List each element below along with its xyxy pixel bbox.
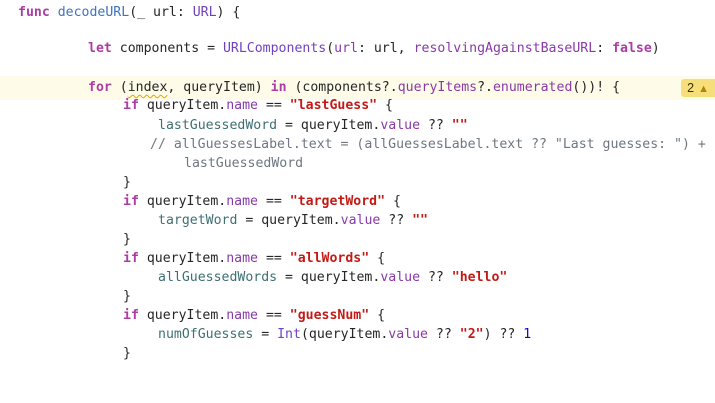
code-token: in [270, 80, 287, 95]
code-token: URLComponents [222, 41, 327, 56]
code-token: ( [111, 80, 128, 95]
code-token: == [258, 98, 290, 113]
code-token: = queryItem. [237, 213, 341, 228]
code-editor[interactable]: func decodeURL(_ url: URL) { let compone… [0, 0, 715, 403]
code-token: ) [651, 41, 660, 56]
code-token: value [340, 213, 381, 228]
code-token: (queryItem. [300, 327, 389, 342]
code-token: { [369, 308, 386, 323]
code-token: ?? [420, 118, 452, 133]
code-token: if [123, 98, 139, 113]
code-token: ?? [427, 327, 460, 342]
code-token: (_ url: [129, 5, 193, 20]
code-token: ?. [477, 80, 493, 95]
code-token: queryItem. [138, 251, 227, 266]
code-line-content: func decodeURL(_ url: URL) { [18, 1, 240, 25]
code-token: ?? [420, 270, 452, 285]
code-token: let [88, 41, 112, 56]
code-token: == [258, 194, 290, 209]
code-token: = queryItem. [277, 270, 381, 285]
code-token: index [127, 80, 168, 95]
code-token: { [385, 194, 401, 209]
code-token: : [596, 41, 613, 56]
code-token: decodeURL [57, 5, 130, 20]
code-token: "" [412, 213, 428, 228]
code-token: } [123, 175, 131, 190]
code-token: "2" [459, 327, 484, 342]
code-token: url [334, 41, 358, 56]
code-token: allGuessedWords [158, 270, 278, 285]
code-token: URL [192, 5, 217, 20]
code-token: ( [326, 41, 335, 56]
code-token: } [123, 289, 131, 304]
code-token: } [123, 232, 131, 247]
code-line-content: let components = URLComponents(url: url,… [88, 37, 660, 61]
code-token: name [226, 98, 258, 113]
code-token: (components?. [286, 80, 398, 95]
warning-count: 2 [687, 81, 695, 95]
code-token: if [123, 194, 139, 209]
code-token: { [377, 98, 393, 113]
code-token: if [123, 308, 139, 323]
code-token: = queryItem. [277, 118, 381, 133]
code-token: } [123, 346, 131, 361]
code-token: targetWord [158, 213, 238, 228]
code-token: enumerated [492, 80, 573, 95]
code-token: resolvingAgainstBaseURL [413, 41, 597, 56]
code-line[interactable]: let components = URLComponents(url: url,… [0, 37, 715, 61]
code-token: for [88, 80, 112, 95]
code-token: name [226, 194, 258, 209]
code-token: ())! { [572, 80, 621, 95]
code-token: = [253, 327, 278, 342]
code-line[interactable]: } [0, 342, 715, 366]
code-token: "lastGuess" [289, 98, 378, 113]
code-token: "allWords" [289, 251, 370, 266]
code-token: queryItems [397, 80, 478, 95]
code-token: lastGuessedWord [184, 156, 304, 171]
code-token: queryItem. [138, 98, 227, 113]
code-token: ) { [216, 5, 241, 20]
code-token: value [380, 270, 421, 285]
code-token: queryItem. [138, 194, 227, 209]
code-token: ) ?? [483, 327, 524, 342]
code-token: "guessNum" [289, 308, 370, 323]
code-token: "" [451, 118, 468, 133]
code-line[interactable]: func decodeURL(_ url: URL) { [0, 1, 715, 25]
code-token: , queryItem) [167, 80, 271, 95]
code-token: false [612, 41, 652, 56]
code-token: components = [111, 41, 223, 56]
code-token: queryItem. [138, 308, 227, 323]
code-token: 1 [523, 327, 532, 342]
code-line-content: } [123, 342, 131, 366]
code-token: Int [277, 327, 301, 342]
code-token: == [258, 308, 290, 323]
code-token: "hello" [451, 270, 508, 285]
code-token: ?? [380, 213, 413, 228]
code-token: name [226, 251, 258, 266]
code-token: lastGuessedWord [158, 118, 278, 133]
code-token: value [380, 118, 421, 133]
code-token: : url, [357, 41, 414, 56]
code-token: value [388, 327, 428, 342]
code-token: numOfGuesses [158, 327, 254, 342]
code-token: == [258, 251, 290, 266]
code-token: "targetWord" [289, 194, 386, 209]
code-token: // allGuessesLabel.text = (allGuessesLab… [150, 137, 706, 152]
code-token: { [369, 251, 386, 266]
code-token: if [123, 251, 139, 266]
code-token: func [18, 5, 50, 20]
code-token: name [226, 308, 258, 323]
